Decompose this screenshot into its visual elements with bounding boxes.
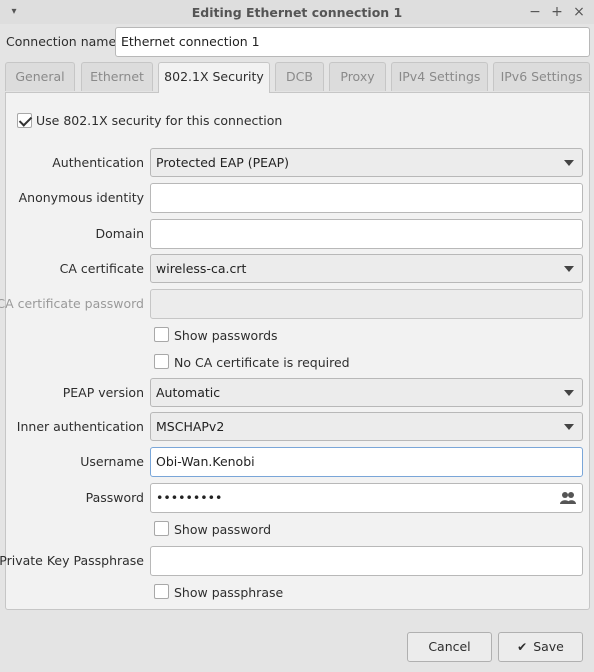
save-label: Save (533, 639, 564, 654)
password-input[interactable]: ••••••••• (150, 483, 583, 513)
private-key-passphrase-input[interactable] (150, 546, 583, 576)
tab-ipv6-settings[interactable]: IPv6 Settings (493, 62, 590, 91)
tab-ethernet[interactable]: Ethernet (81, 62, 153, 91)
tab-proxy[interactable]: Proxy (329, 62, 386, 91)
window-menu-icon[interactable]: ▾ (8, 6, 20, 18)
no-ca-required-label: No CA certificate is required (174, 355, 350, 370)
chevron-down-icon (564, 390, 574, 396)
show-passwords-checkbox[interactable] (154, 327, 169, 342)
check-icon: ✔ (517, 640, 528, 654)
use-8021x-checkbox[interactable] (17, 113, 32, 128)
private-key-passphrase-label: Private Key Passphrase (0, 553, 144, 568)
chevron-down-icon (564, 266, 574, 272)
window-controls: − + × (526, 3, 588, 21)
show-passphrase-label: Show passphrase (174, 585, 284, 600)
no-ca-required-checkbox[interactable] (154, 354, 169, 369)
chevron-down-icon (564, 160, 574, 166)
show-password-checkbox[interactable] (154, 521, 169, 536)
ca-certificate-password-label: CA certificate password (0, 296, 144, 311)
cancel-button[interactable]: Cancel (407, 632, 492, 662)
chevron-down-icon (564, 424, 574, 430)
username-label: Username (80, 454, 144, 469)
title-bar: ▾ Editing Ethernet connection 1 − + × (0, 0, 594, 24)
window-title: Editing Ethernet connection 1 (191, 4, 403, 20)
connection-name-label: Connection name (6, 34, 117, 49)
tab-dcb[interactable]: DCB (275, 62, 324, 91)
authentication-value: Protected EAP (PEAP) (156, 155, 290, 170)
tab-8021x-security[interactable]: 802.1X Security (158, 62, 270, 93)
domain-input[interactable] (150, 219, 583, 249)
authentication-label: Authentication (52, 155, 144, 170)
peap-version-select[interactable]: Automatic (150, 378, 583, 407)
inner-authentication-label: Inner authentication (16, 419, 144, 434)
inner-authentication-value: MSCHAPv2 (156, 419, 225, 434)
tab-ipv4-settings[interactable]: IPv4 Settings (391, 62, 488, 91)
show-passwords-label: Show passwords (174, 328, 278, 343)
ca-certificate-value: wireless-ca.crt (156, 261, 247, 276)
connection-name-input[interactable]: Ethernet connection 1 (115, 27, 590, 57)
domain-label: Domain (95, 226, 144, 241)
show-passphrase-checkbox[interactable] (154, 584, 169, 599)
ca-certificate-password-input (150, 289, 583, 319)
ca-certificate-label: CA certificate (59, 261, 144, 276)
maximize-icon[interactable]: + (548, 3, 566, 21)
connection-name-row: Connection name Ethernet connection 1 (0, 27, 594, 57)
ca-certificate-select[interactable]: wireless-ca.crt (150, 254, 583, 283)
anonymous-identity-input[interactable] (150, 183, 583, 213)
password-value: ••••••••• (156, 490, 223, 505)
username-input[interactable]: Obi-Wan.Kenobi (150, 447, 583, 477)
tab-general[interactable]: General (5, 62, 75, 91)
show-password-label: Show password (174, 522, 272, 537)
save-button[interactable]: ✔ Save (498, 632, 583, 662)
password-storage-users-icon[interactable] (560, 491, 576, 505)
peap-version-label: PEAP version (62, 385, 144, 400)
inner-authentication-select[interactable]: MSCHAPv2 (150, 412, 583, 441)
authentication-select[interactable]: Protected EAP (PEAP) (150, 148, 583, 177)
password-label: Password (85, 490, 144, 505)
use-8021x-label: Use 802.1X security for this connection (36, 113, 283, 128)
peap-version-value: Automatic (156, 385, 221, 400)
minimize-icon[interactable]: − (526, 3, 544, 21)
anonymous-identity-label: Anonymous identity (18, 190, 144, 205)
close-icon[interactable]: × (570, 3, 588, 21)
